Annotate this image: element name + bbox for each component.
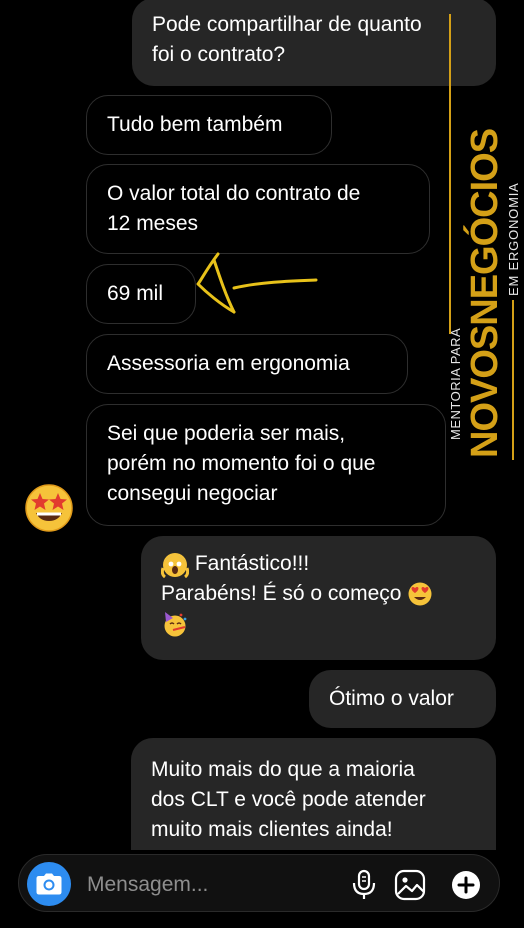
message-bubble-outgoing[interactable]: Muito mais do que a maioria dos CLT e vo… [131, 738, 496, 850]
watermark-bottom-text: EM ERGONOMIA [506, 182, 521, 296]
message-bubble-incoming[interactable]: 69 mil [86, 264, 196, 324]
message-text-line: Fantástico!!! [194, 552, 310, 575]
message-text-line: Sei que poderia ser mais, [107, 422, 346, 445]
message-text-line: Ótimo o valor [329, 687, 454, 710]
screaming-face-emoji-icon [161, 553, 189, 579]
message-bubble-outgoing[interactable]: Fantástico!!! Parabéns! É só o começo [141, 536, 496, 660]
message-text-line: dos CLT e você pode atender [151, 788, 426, 811]
watermark-logo: MENTORIA PARA NOVOSNEGÓCIOS EM ERGONOMIA [440, 0, 524, 470]
message-text-line: Tudo bem também [107, 113, 283, 136]
message-text-line: Pode compartilhar de quanto [152, 13, 422, 36]
message-bubble-incoming[interactable]: Assessoria em ergonomia [86, 334, 408, 394]
message-text-line: 69 mil [107, 282, 164, 305]
party-face-emoji-icon [164, 612, 187, 637]
message-text-line: Parabéns! É só o começo [161, 582, 402, 605]
watermark-line-right [512, 300, 514, 460]
message-text-line: O valor total do contrato de [107, 182, 361, 205]
message-line [161, 609, 476, 639]
message-text-line: porém no momento foi o que [107, 452, 376, 475]
gallery-icon[interactable] [393, 868, 427, 902]
message-composer [18, 854, 500, 912]
message-bubble-incoming[interactable]: O valor total do contrato de 12 meses [86, 164, 430, 254]
watermark-top-text: MENTORIA PARA [448, 327, 463, 440]
message-line: Parabéns! É só o começo [161, 579, 476, 609]
message-input[interactable] [85, 869, 339, 901]
message-bubble-incoming[interactable]: Sei que poderia ser mais, porém no momen… [86, 404, 446, 526]
message-text-line: 12 meses [107, 212, 199, 235]
message-text-line: muito mais clientes ainda! [151, 818, 393, 841]
heart-eyes-emoji-icon [408, 582, 432, 606]
watermark-line-top [449, 14, 451, 334]
message-text-line: Assessoria em ergonomia [107, 352, 350, 375]
camera-icon [36, 873, 62, 895]
message-text-line: Muito mais do que a maioria [151, 758, 415, 781]
plus-icon[interactable] [449, 868, 483, 902]
message-text-line: foi o contrato? [152, 43, 286, 66]
message-text-line: consegui negociar [107, 482, 278, 505]
message-bubble-outgoing[interactable]: Ótimo o valor [309, 670, 496, 728]
watermark-main-text: NOVOSNEGÓCIOS [464, 128, 506, 458]
camera-button[interactable] [27, 862, 71, 906]
star-struck-emoji-icon [25, 484, 73, 532]
hand-drawn-arrow [196, 252, 318, 314]
microphone-icon[interactable] [347, 868, 381, 902]
message-line: Fantástico!!! [161, 549, 476, 579]
message-bubble-incoming[interactable]: Tudo bem também [86, 95, 332, 155]
